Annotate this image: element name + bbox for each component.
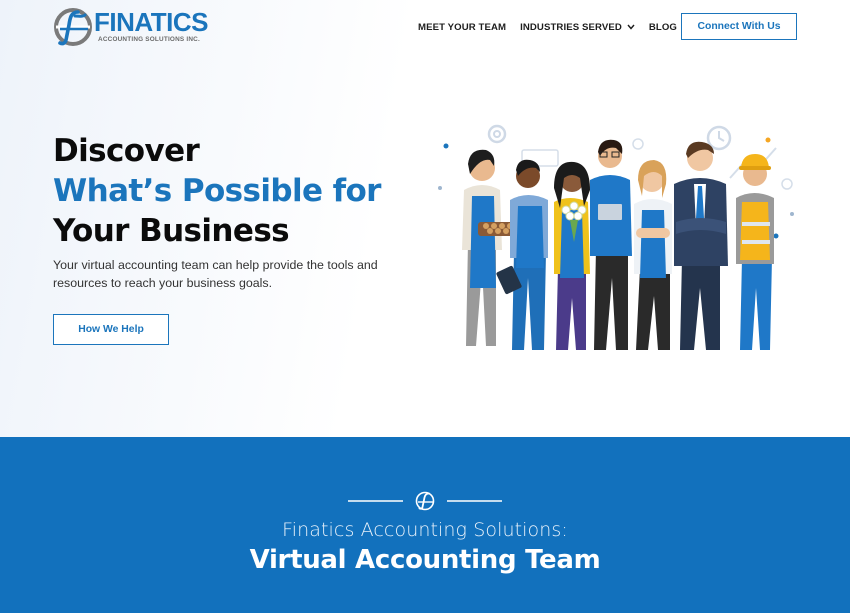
coin-icon [781,178,793,190]
nav-meet-your-team[interactable]: MEET YOUR TEAM [418,22,506,33]
person-construction-worker [736,154,774,350]
person-businessman [674,141,728,350]
finatics-logo-icon [54,8,92,46]
finatics-logo-icon [415,491,435,511]
person-server [634,160,672,350]
chevron-down-icon [627,24,635,30]
band-subtitle: Finatics Accounting Solutions: [282,519,568,541]
person-waiter [496,159,548,350]
logo-wordmark: FINATICS [94,7,208,37]
page: FINATICS ACCOUNTING SOLUTIONS INC. MEET … [0,0,850,613]
band-divider [348,491,502,511]
band-title: Virtual Accounting Team [249,545,601,575]
logo-tagline: ACCOUNTING SOLUTIONS INC. [98,36,200,43]
nav-meet-your-team-label: MEET YOUR TEAM [418,21,507,33]
hero-title-line-2: What’s Possible for [53,173,381,209]
how-we-help-button[interactable]: How We Help [53,314,169,345]
team-illustration [438,124,794,350]
person-it-professional [590,139,632,350]
person-florist [554,161,590,350]
nav-industries-served[interactable]: INDUSTRIES SERVED [520,22,635,33]
nav-blog[interactable]: BLOG [649,22,677,33]
main-nav: MEET YOUR TEAM INDUSTRIES SERVED BLOG [418,20,677,34]
hero-description: Your virtual accounting team can help pr… [53,258,378,290]
finatics-logo[interactable]: FINATICS ACCOUNTING SOLUTIONS INC. [52,6,212,48]
hero-title-line-3: Your Business [53,213,290,249]
nav-blog-label: BLOG [648,21,677,33]
gear-icon [487,124,507,144]
connect-with-us-button[interactable]: Connect With Us [681,13,797,40]
hero-title: Discover What’s Possible for Your Busine… [53,131,433,251]
hero-title-line-1: Discover [53,133,200,169]
nav-industries-served-label: INDUSTRIES SERVED [520,21,622,33]
clock-icon [706,125,732,151]
coin-icon [632,138,644,150]
